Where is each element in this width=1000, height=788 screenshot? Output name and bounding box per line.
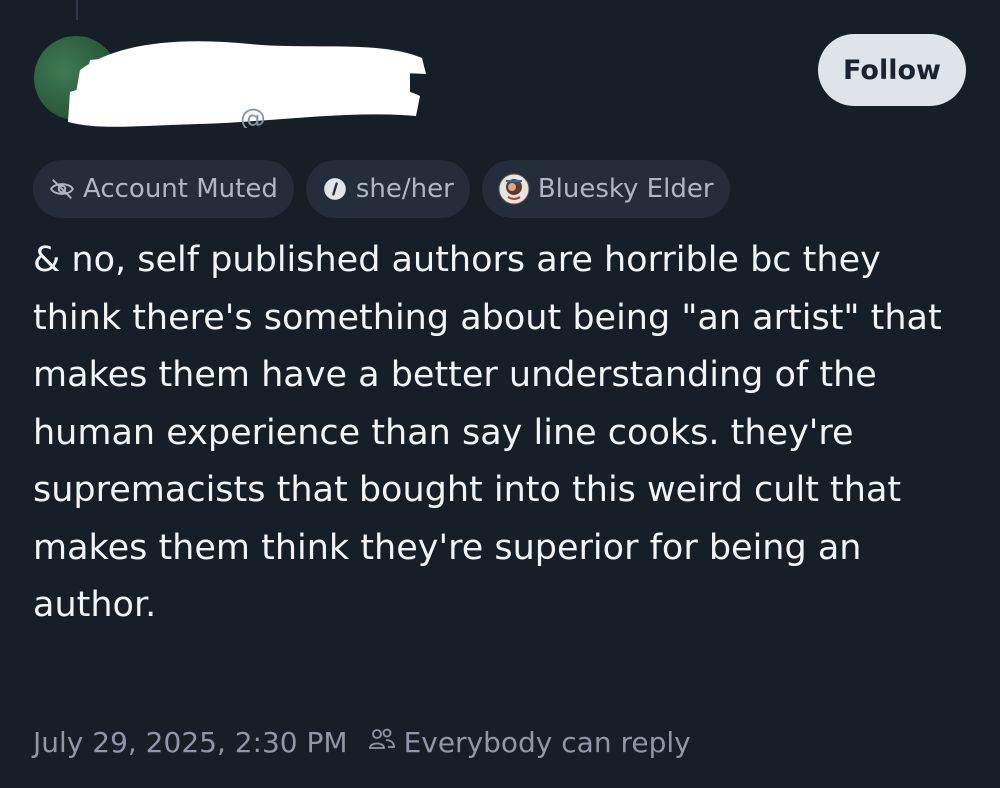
badge-avatar-icon (498, 173, 530, 205)
label-text: Account Muted (83, 174, 278, 204)
thread-line (76, 0, 78, 20)
label-text: Bluesky Elder (537, 174, 714, 204)
label-account-muted[interactable]: Account Muted (33, 160, 294, 218)
post-text: & no, self published authors are horribl… (33, 240, 942, 625)
info-circle-icon (322, 176, 348, 202)
label-pronouns[interactable]: she/her (305, 160, 470, 218)
profile-labels: Account Muted she/her Bluesky Elder (33, 160, 730, 218)
eye-slash-icon (49, 176, 75, 202)
reply-setting[interactable]: Everybody can reply (368, 726, 691, 759)
post-header: @ Follow (30, 30, 970, 140)
handle-fragment: @ (240, 104, 267, 128)
people-icon (368, 726, 396, 759)
label-text: she/her (355, 174, 454, 204)
label-bluesky-elder[interactable]: Bluesky Elder (481, 160, 730, 218)
reply-setting-text: Everybody can reply (403, 725, 691, 759)
timestamp[interactable]: July 29, 2025, 2:30 PM (33, 726, 348, 759)
post-footer: July 29, 2025, 2:30 PM Everybody can rep… (33, 720, 691, 764)
follow-button[interactable]: Follow (818, 34, 966, 106)
